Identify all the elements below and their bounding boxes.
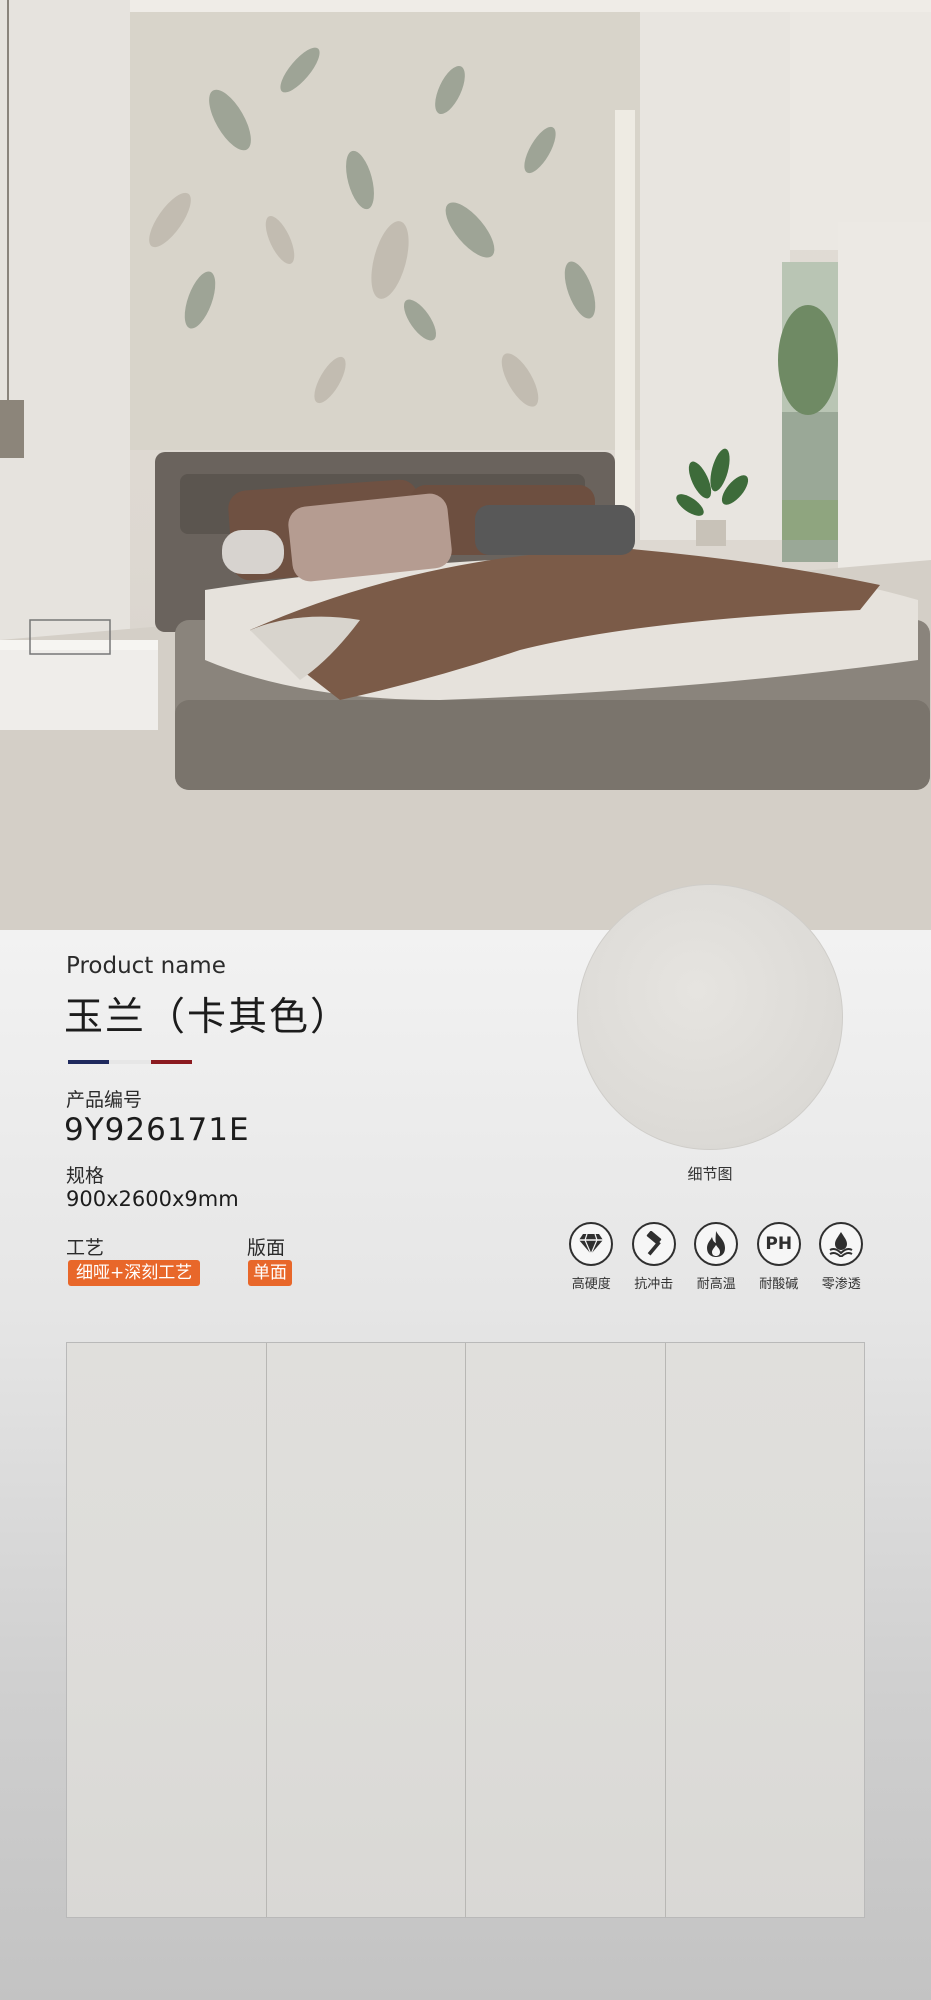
feature-heat: 耐高温 [685, 1222, 748, 1292]
hero-bedroom-image [0, 0, 931, 930]
detail-caption: 细节图 [687, 1165, 733, 1183]
feature-label: 耐酸碱 [759, 1277, 799, 1292]
ph-icon: PH [756, 1222, 801, 1266]
tricolor-divider [68, 1060, 192, 1064]
feature-label: 高硬度 [571, 1277, 611, 1292]
face-badge: 单面 [248, 1260, 292, 1286]
diamond-icon [569, 1222, 614, 1266]
feature-icons: 高硬度 抗冲击 耐高温 PH 耐酸碱 零渗透 [560, 1222, 873, 1292]
product-code-label: 产品编号 [66, 1089, 143, 1111]
craft-badge: 细哑+深刻工艺 [68, 1260, 201, 1286]
feature-hardness: 高硬度 [560, 1222, 623, 1292]
feature-impact: 抗冲击 [623, 1222, 686, 1292]
feature-label: 零渗透 [821, 1277, 861, 1292]
detail-swatch [577, 884, 843, 1150]
spec-label: 规格 [66, 1165, 105, 1187]
spec-value: 900x2600x9mm [66, 1187, 239, 1211]
product-name-label: Product name [66, 953, 226, 979]
face-label: 版面 [247, 1237, 286, 1259]
feature-label: 抗冲击 [634, 1277, 674, 1292]
tile-layout-preview [66, 1342, 865, 1918]
feature-label: 耐高温 [696, 1277, 736, 1292]
tile-slab [67, 1343, 267, 1917]
product-name: 玉兰（卡其色） [64, 995, 352, 1040]
tile-slab [466, 1343, 666, 1917]
divider-blue [68, 1060, 110, 1064]
flame-icon [694, 1222, 739, 1266]
hammer-icon [631, 1222, 676, 1266]
droplet-icon [819, 1222, 864, 1266]
product-code: 9Y926171E [64, 1112, 250, 1148]
feature-zero-penetration: 零渗透 [810, 1222, 873, 1292]
tile-slab [266, 1343, 466, 1917]
ph-symbol: PH [765, 1234, 793, 1254]
tile-slab [665, 1343, 864, 1917]
feature-acid-alkali: PH 耐酸碱 [748, 1222, 811, 1292]
divider-red [150, 1060, 192, 1064]
craft-label: 工艺 [66, 1237, 105, 1259]
divider-white [109, 1060, 151, 1064]
